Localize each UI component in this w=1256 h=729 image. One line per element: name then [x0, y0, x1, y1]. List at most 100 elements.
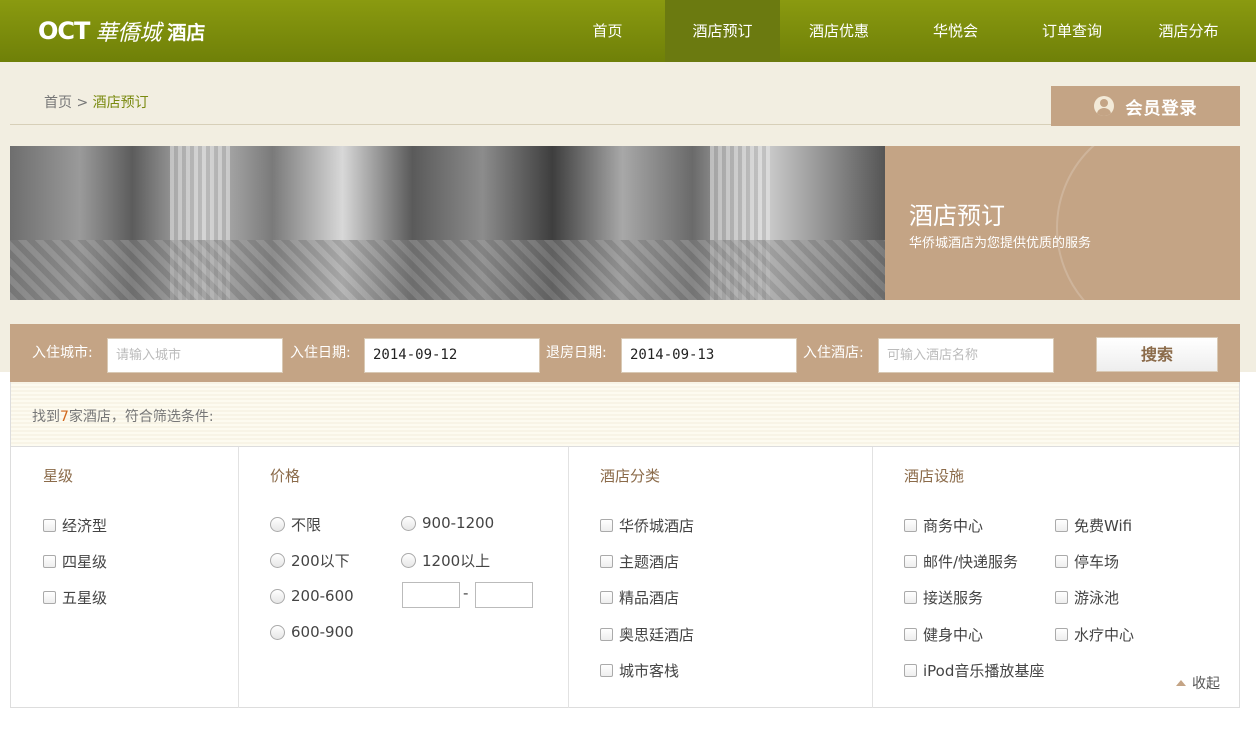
logo-script-text: 華僑城: [95, 21, 162, 46]
filter-star-option[interactable]: 四星级: [43, 551, 107, 572]
nav-item-hotel-locations[interactable]: 酒店分布: [1131, 0, 1246, 62]
triangle-up-icon: [1176, 680, 1186, 686]
filter-price-option[interactable]: 200-600: [270, 587, 354, 605]
filter-option-label: 五星级: [62, 589, 108, 607]
radio-button[interactable]: [401, 553, 416, 568]
city-label: 入住城市:: [32, 345, 93, 361]
hotel-label: 入住酒店:: [803, 345, 864, 361]
filter-option-label: 四星级: [62, 553, 108, 571]
filter-price-option[interactable]: 1200以上: [401, 550, 490, 571]
filter-price-option[interactable]: 不限: [270, 514, 321, 535]
radio-button[interactable]: [270, 517, 285, 532]
filter-facility-option[interactable]: 水疗中心: [1055, 624, 1134, 645]
checkbox[interactable]: [1055, 555, 1068, 568]
filter-option-label: 1200以上: [422, 552, 491, 570]
nav-item-hotel-offers[interactable]: 酒店优惠: [780, 0, 898, 62]
filter-facility-option[interactable]: 商务中心: [904, 515, 983, 536]
filter-facility-option[interactable]: 邮件/快递服务: [904, 551, 1018, 572]
radio-button[interactable]: [270, 588, 285, 604]
checkin-label: 入住日期:: [290, 345, 351, 361]
filter-option-label: 水疗中心: [1074, 626, 1135, 644]
checkbox[interactable]: [600, 628, 613, 641]
filter-category-option[interactable]: 城市客栈: [600, 660, 679, 681]
filter-price-option[interactable]: 600-900: [270, 623, 354, 641]
filter-facility-option[interactable]: 游泳池: [1055, 587, 1119, 608]
breadcrumb-current: 酒店预订: [92, 95, 149, 111]
filter-category-option[interactable]: 华侨城酒店: [600, 515, 694, 536]
radio-button[interactable]: [270, 624, 285, 640]
filter-category-option[interactable]: 精品酒店: [600, 587, 679, 608]
member-login-button[interactable]: 会员登录: [1051, 86, 1240, 126]
checkout-date-input[interactable]: 2014-09-13: [621, 338, 797, 373]
banner-title: 酒店预订: [909, 202, 1005, 230]
nav-item-order-query[interactable]: 订单查询: [1013, 0, 1131, 62]
nav-item-hotel-booking[interactable]: 酒店预订: [665, 0, 780, 62]
filter-option-label: 商务中心: [923, 517, 984, 535]
filter-option-label: 停车场: [1074, 553, 1120, 571]
checkbox[interactable]: [43, 519, 56, 532]
checkbox[interactable]: [904, 519, 917, 532]
filter-price-option[interactable]: 200以下: [270, 550, 350, 571]
radio-button[interactable]: [401, 515, 416, 531]
price-min-input[interactable]: [402, 582, 460, 608]
filter-option-label: 主题酒店: [619, 553, 680, 571]
price-max-input[interactable]: [475, 582, 533, 608]
filter-column-divider: [238, 447, 239, 708]
banner-caption-panel: 酒店预订 华侨城酒店为您提供优质的服务: [885, 146, 1240, 300]
filter-option-label: 200-600: [291, 587, 354, 605]
radio-button[interactable]: [270, 553, 285, 568]
filter-price-option[interactable]: 900-1200: [401, 514, 494, 532]
checkbox[interactable]: [600, 519, 613, 532]
nav-item-home[interactable]: 首页: [550, 0, 665, 62]
filter-star-option[interactable]: 经济型: [43, 515, 107, 536]
filter-facility-option[interactable]: iPod音乐播放基座: [904, 660, 1044, 681]
filter-column-divider: [872, 447, 873, 708]
filter-option-label: 华侨城酒店: [619, 517, 695, 535]
filter-option-label: 城市客栈: [619, 662, 680, 680]
result-prefix: 找到: [32, 409, 60, 425]
checkbox[interactable]: [1055, 628, 1068, 641]
filter-option-label: iPod音乐播放基座: [923, 662, 1045, 680]
checkbox[interactable]: [600, 555, 613, 568]
hotel-name-input[interactable]: 可输入酒店名称: [878, 338, 1054, 373]
filter-facility-option[interactable]: 健身中心: [904, 624, 983, 645]
filter-title-price: 价格: [270, 467, 301, 485]
checkbox[interactable]: [904, 555, 917, 568]
checkbox[interactable]: [904, 664, 917, 677]
breadcrumb-home[interactable]: 首页: [44, 95, 72, 111]
search-button[interactable]: 搜索: [1096, 337, 1218, 372]
hero-banner: 酒店预订 华侨城酒店为您提供优质的服务: [10, 146, 1240, 300]
checkbox[interactable]: [1055, 591, 1068, 604]
checkbox[interactable]: [904, 628, 917, 641]
filter-option-label: 900-1200: [422, 514, 495, 532]
top-navigation-bar: OCT 華僑城 酒店 首页 酒店预订 酒店优惠 华悦会 订单查询 酒店分布: [0, 0, 1256, 62]
filter-title-star: 星级: [43, 467, 74, 485]
filter-facility-option[interactable]: 接送服务: [904, 587, 983, 608]
nav-item-huayue-club[interactable]: 华悦会: [898, 0, 1013, 62]
filter-option-label: 不限: [291, 516, 322, 534]
filter-category-option[interactable]: 主题酒店: [600, 551, 679, 572]
checkbox[interactable]: [904, 591, 917, 604]
filter-star-option[interactable]: 五星级: [43, 587, 107, 608]
checkbox[interactable]: [1055, 519, 1068, 532]
filter-facility-option[interactable]: 停车场: [1055, 551, 1119, 572]
filter-option-label: 200以下: [291, 552, 350, 570]
breadcrumb-separator: >: [72, 95, 93, 111]
filter-option-label: 精品酒店: [619, 589, 680, 607]
checkin-date-input[interactable]: 2014-09-12: [364, 338, 540, 373]
filter-option-label: 邮件/快递服务: [923, 553, 1019, 571]
collapse-filters-button[interactable]: 收起: [1176, 673, 1220, 693]
filter-category-option[interactable]: 奥思廷酒店: [600, 624, 694, 645]
city-input[interactable]: 请输入城市: [107, 338, 283, 373]
filter-option-label: 免费Wifi: [1074, 517, 1133, 535]
collapse-label: 收起: [1192, 676, 1220, 692]
site-logo[interactable]: OCT 華僑城 酒店: [38, 12, 205, 50]
hotel-search-bar: 入住城市: 请输入城市 入住日期: 2014-09-12 退房日期: 2014-…: [10, 324, 1240, 382]
filter-option-label: 经济型: [62, 517, 108, 535]
checkbox[interactable]: [43, 555, 56, 568]
checkbox[interactable]: [43, 591, 56, 604]
banner-hotel-room-photo: [10, 146, 885, 300]
checkbox[interactable]: [600, 664, 613, 677]
filter-facility-option[interactable]: 免费Wifi: [1055, 515, 1132, 536]
checkbox[interactable]: [600, 591, 613, 604]
